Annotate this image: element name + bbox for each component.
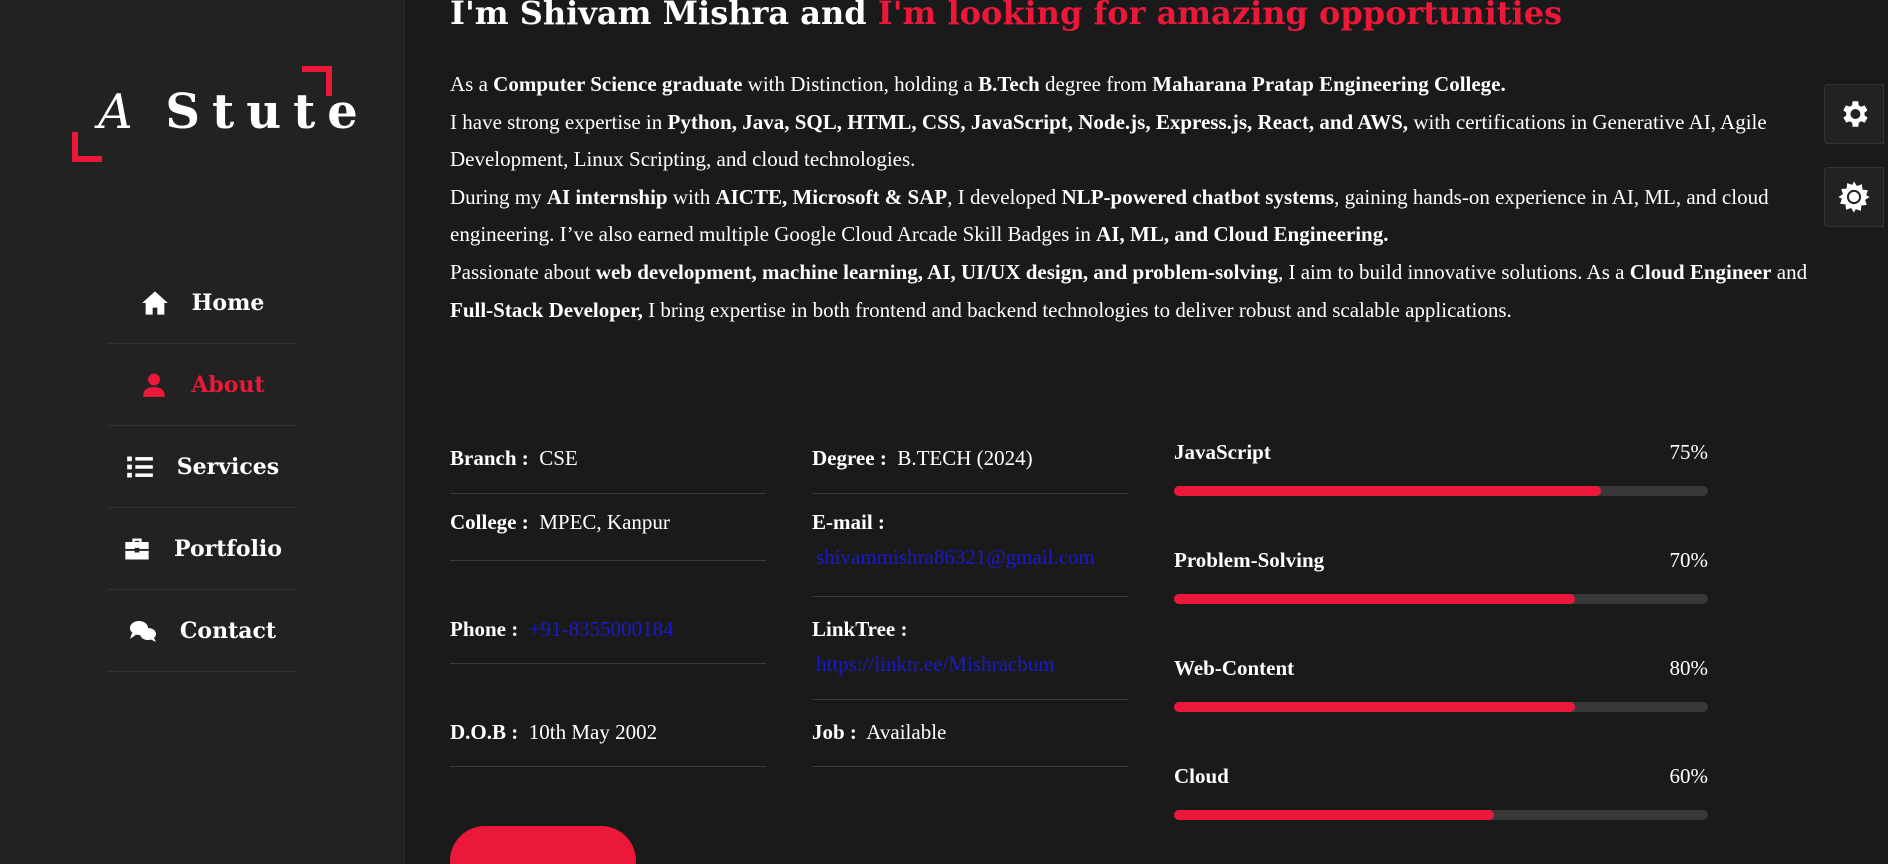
skill-percent: 80% [1669,656,1709,680]
home-icon [140,290,170,316]
hire-me-button[interactable]: Hire Me [450,826,636,864]
info-job: Job : Available [812,700,1128,767]
skill-bar-track [1174,810,1708,820]
nav-label-contact: Contact [179,617,277,644]
bio-paragraph-2: I have strong expertise in Python, Java,… [450,109,1767,172]
skill-name: Problem-Solving [1174,548,1325,572]
logo-word: Stute [165,84,370,140]
gear-icon [1837,97,1871,131]
skill-bar-fill [1174,810,1495,820]
personal-info-column-2: Degree : B.TECH (2024) E-mail : shivammi… [812,430,1128,767]
logo-text: A Stute [98,84,370,140]
skill-name: JavaScript [1174,440,1271,464]
logo-letter: A [98,84,137,140]
bio-paragraph-3: During my AI internship with AICTE, Micr… [450,184,1769,247]
bio-paragraph-4: Passionate about web development, machin… [450,259,1808,322]
title-accent: I'm looking for amazing opportunities [877,0,1563,32]
personal-info-column-1: Branch : CSE College : MPEC, Kanpur Phon… [450,430,766,767]
title-prefix: I'm Shivam Mishra and [450,0,867,32]
skill-bar-track [1174,702,1708,712]
style-switcher-toggle[interactable] [1824,84,1884,144]
nav-label-portfolio: Portfolio [174,535,282,562]
skill-bar-fill [1174,594,1575,604]
nav-item-home[interactable]: Home [108,262,296,344]
phone-link[interactable]: +91-8355000184 [529,617,674,641]
bio-paragraph-1: As a Computer Science graduate with Dist… [450,72,1506,96]
nav-label-about: About [191,371,265,398]
info-phone: Phone : +91-8355000184 [450,561,766,664]
skill-bar-fill [1174,486,1602,496]
nav-label-services: Services [176,453,280,480]
nav-item-about[interactable]: About [108,344,296,426]
skill-bar-track [1174,486,1708,496]
nav-label-home: Home [191,289,265,316]
logo[interactable]: A Stute [72,66,358,162]
skill-item: Web-Content 80% [1174,656,1708,764]
email-link[interactable]: shivammishra86321@gmail.com [812,545,1128,570]
info-degree: Degree : B.TECH (2024) [812,430,1128,494]
info-branch: Branch : CSE [450,430,766,494]
info-college: College : MPEC, Kanpur [450,494,766,561]
main-nav: Home About Services Portfolio Contact [108,262,296,672]
page-title: I'm Shivam Mishra and I'm looking for am… [450,0,1562,32]
comments-icon [128,618,158,644]
linktree-link[interactable]: https://linktr.ee/Mishracbum [812,652,1128,677]
bio-text: As a Computer Science graduate with Dist… [450,66,1820,329]
skill-name: Cloud [1174,764,1229,788]
skill-item: JavaScript 75% [1174,440,1708,548]
sidebar: A Stute Home About Services Portfolio Co… [0,0,405,864]
skill-name: Web-Content [1174,656,1295,680]
day-night-toggle[interactable] [1824,167,1884,227]
skill-percent: 75% [1669,440,1709,464]
skills-list: JavaScript 75% Problem-Solving 70% Web-C… [1174,440,1708,864]
info-dob: D.O.B : 10th May 2002 [450,664,766,767]
info-linktree: LinkTree : https://linktr.ee/Mishracbum [812,597,1128,700]
nav-item-services[interactable]: Services [108,426,296,508]
nav-item-portfolio[interactable]: Portfolio [108,508,296,590]
user-icon [139,372,169,398]
skill-bar-fill [1174,702,1575,712]
briefcase-icon [122,536,152,562]
list-icon [125,454,155,480]
nav-item-contact[interactable]: Contact [108,590,296,672]
skill-percent: 60% [1669,764,1709,788]
skill-item: Cloud 60% [1174,764,1708,864]
skill-bar-track [1174,594,1708,604]
info-email: E-mail : shivammishra86321@gmail.com [812,494,1128,597]
sun-gear-icon [1837,180,1871,214]
skill-item: Problem-Solving 70% [1174,548,1708,656]
skill-percent: 70% [1669,548,1709,572]
